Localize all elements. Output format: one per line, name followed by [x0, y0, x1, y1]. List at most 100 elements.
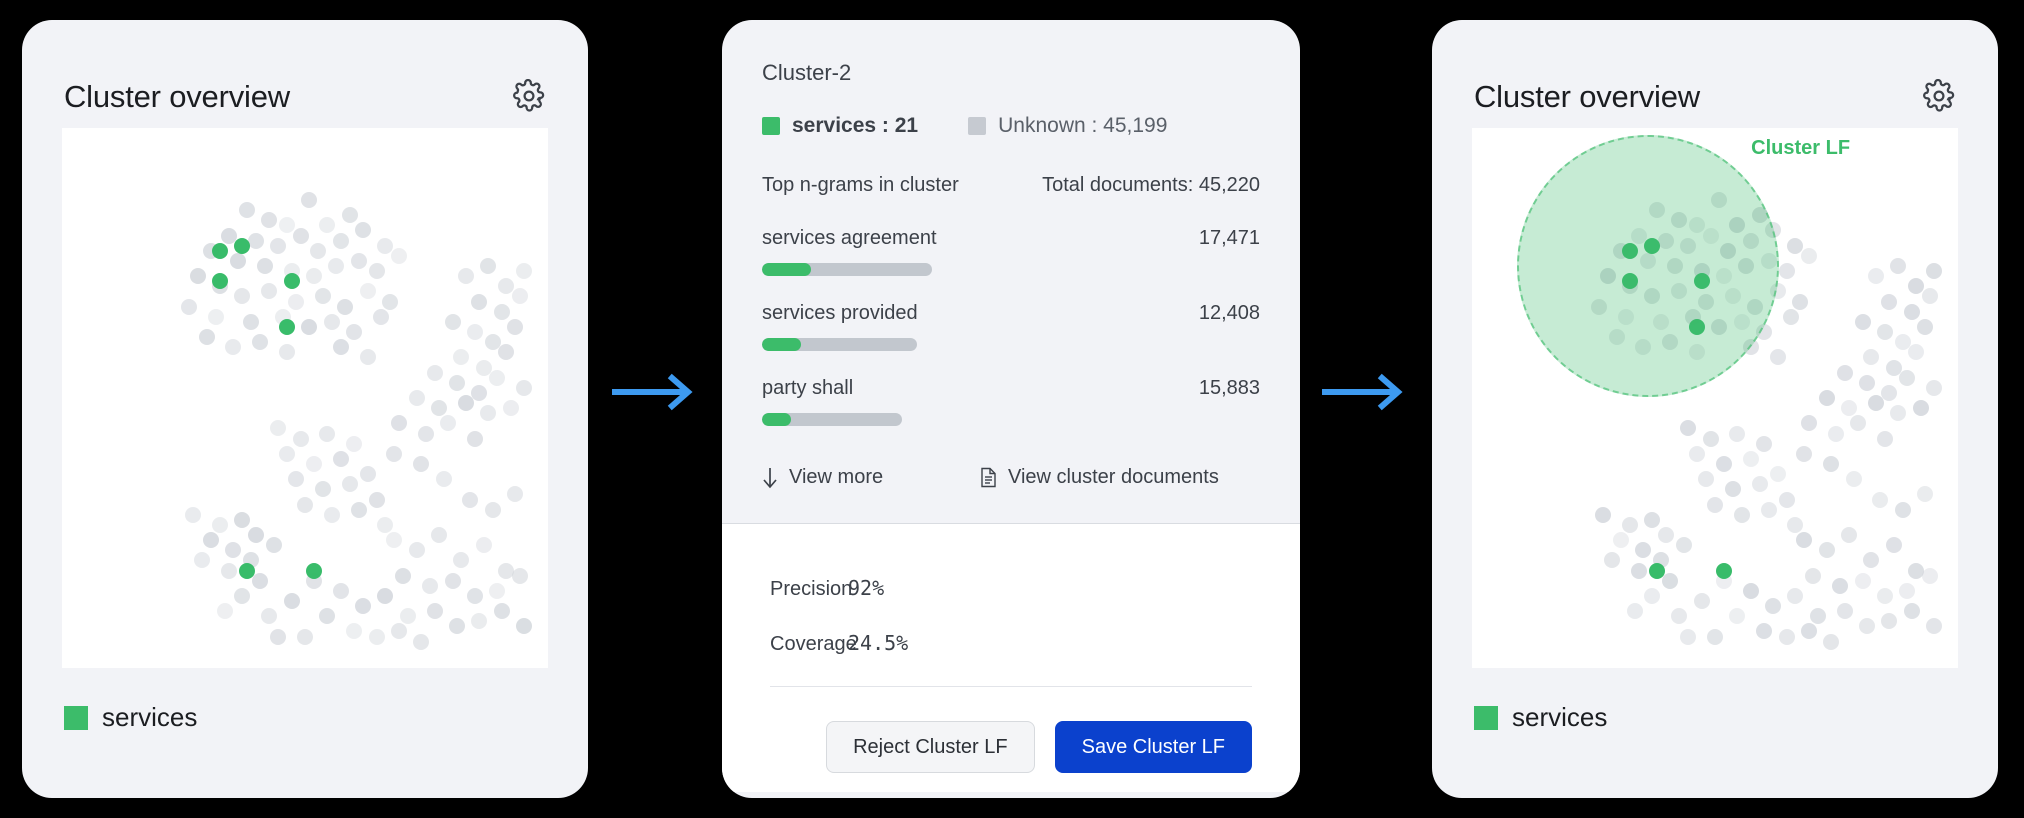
- scatter-point: [1671, 608, 1687, 624]
- scatter-point: [1765, 598, 1781, 614]
- ngram-count: 17,471: [1199, 227, 1260, 250]
- scatter-point: [1846, 471, 1862, 487]
- scatter-point: [516, 263, 532, 279]
- legend-swatch-unknown: [968, 117, 986, 135]
- legend-text-services: services : 21: [792, 114, 918, 138]
- right-arrow-icon: [608, 372, 704, 412]
- legend-text-unknown: Unknown : 45,199: [998, 114, 1167, 138]
- view-more-button[interactable]: View more: [762, 466, 980, 489]
- scatter-point: [458, 395, 474, 411]
- cluster-metrics-section: Precision 92% Coverage 24.5% Reject Clus…: [722, 524, 1300, 792]
- scatter-point: [1595, 507, 1611, 523]
- scatter-point: [1796, 532, 1812, 548]
- scatter-point: [342, 207, 358, 223]
- settings-button[interactable]: [510, 77, 548, 115]
- scatter-point: [221, 563, 237, 579]
- scatter-point: [449, 618, 465, 634]
- scatter-point: [476, 537, 492, 553]
- cluster-legend-row: services : 21 Unknown : 45,199: [762, 114, 1260, 138]
- scatter-point: [1926, 380, 1942, 396]
- scatter-point: [489, 583, 505, 599]
- scatter-point: [1725, 481, 1741, 497]
- scatter-point: [333, 339, 349, 355]
- scatter-point: [1743, 583, 1759, 599]
- scatter-point: [1837, 603, 1853, 619]
- scatter-point: [1644, 512, 1660, 528]
- scatter-point: [319, 426, 335, 442]
- cluster-detail-actions: View more View cluster documents: [722, 452, 1300, 523]
- scatter-point: [266, 537, 282, 553]
- scatter-point: [351, 253, 367, 269]
- scatter-point: [234, 288, 250, 304]
- ngram-head: party shall 15,883: [762, 377, 1260, 400]
- scatter-point: [1810, 608, 1826, 624]
- scatter-plot-initial[interactable]: [62, 128, 548, 668]
- scatter-point: [261, 608, 277, 624]
- scatter-point: [445, 314, 461, 330]
- scatter-point: [1904, 304, 1920, 320]
- scatter-point: [248, 527, 264, 543]
- scatter-point: [1787, 517, 1803, 533]
- ngrams-header-row: Top n-grams in cluster Total documents: …: [762, 174, 1260, 197]
- scatter-point: [1872, 492, 1888, 508]
- scatter-point: [217, 603, 233, 619]
- ngram-name: services agreement: [762, 227, 937, 250]
- scatter-point: [355, 222, 371, 238]
- scatter-point: [333, 233, 349, 249]
- scatter-point: [1841, 400, 1857, 416]
- scatter-point: [1729, 608, 1745, 624]
- scatter-point: [1770, 466, 1786, 482]
- scatter-point: [288, 471, 304, 487]
- scatter-point: [1662, 573, 1678, 589]
- scatter-point: [1877, 588, 1893, 604]
- scatter-point: [284, 593, 300, 609]
- scatter-point: [462, 492, 478, 508]
- scatter-point: [306, 563, 322, 579]
- scatter-plot-result[interactable]: Cluster LF: [1472, 128, 1958, 668]
- scatter-point: [1689, 446, 1705, 462]
- scatter-point: [1756, 436, 1772, 452]
- scatter-point: [395, 568, 411, 584]
- scatter-point: [409, 542, 425, 558]
- scatter-point: [1613, 532, 1629, 548]
- scatter-point: [319, 217, 335, 233]
- scatter-point: [346, 324, 362, 340]
- scatter-point: [471, 385, 487, 401]
- scatter-point: [1707, 629, 1723, 645]
- metric-value-precision: 92%: [848, 576, 884, 600]
- scatter-point: [427, 603, 443, 619]
- scatter-point: [494, 304, 510, 320]
- settings-button[interactable]: [1920, 77, 1958, 115]
- scatter-point: [1680, 420, 1696, 436]
- scatter-point: [1796, 446, 1812, 462]
- cluster-detail-top: Cluster-2 services : 21 Unknown : 45,199…: [722, 20, 1300, 426]
- ngram-bar-fill: [762, 413, 791, 426]
- scatter-point: [1908, 344, 1924, 360]
- cluster-lf-label: Cluster LF: [1751, 137, 1850, 160]
- scatter-point: [1868, 268, 1884, 284]
- ngram-bar-track: [762, 263, 932, 276]
- gear-icon: [1922, 79, 1956, 113]
- scatter-point: [297, 629, 313, 645]
- scatter-point: [310, 243, 326, 259]
- legend-label-services: services: [1512, 702, 1607, 733]
- cluster-action-buttons: Reject Cluster LF Save Cluster LF: [770, 687, 1252, 773]
- scatter-point: [1644, 588, 1660, 604]
- view-cluster-documents-button[interactable]: View cluster documents: [980, 466, 1219, 489]
- scatter-point: [1922, 288, 1938, 304]
- scatter-point: [1631, 563, 1647, 579]
- scatter-point: [333, 583, 349, 599]
- scatter-point: [225, 339, 241, 355]
- metric-label-coverage: Coverage: [770, 633, 848, 656]
- scatter-point: [1716, 456, 1732, 472]
- reject-cluster-lf-button[interactable]: Reject Cluster LF: [826, 721, 1035, 773]
- scatter-point: [293, 431, 309, 447]
- save-cluster-lf-button[interactable]: Save Cluster LF: [1055, 721, 1252, 773]
- scatter-point: [360, 349, 376, 365]
- scatter-point: [391, 248, 407, 264]
- ngrams-header-label: Top n-grams in cluster: [762, 174, 959, 197]
- ngram-row: party shall 15,883: [762, 377, 1260, 426]
- scatter-point: [315, 481, 331, 497]
- scatter-point: [279, 446, 295, 462]
- scatter-point: [400, 608, 416, 624]
